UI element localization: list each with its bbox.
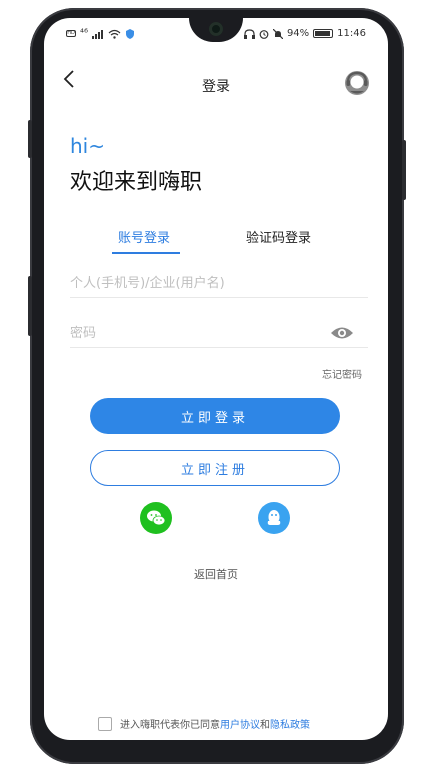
password-field xyxy=(70,320,368,348)
privacy-policy-link[interactable]: 隐私政策 xyxy=(270,720,310,731)
battery-percent: 94% xyxy=(286,28,310,39)
eye-icon[interactable] xyxy=(330,324,354,342)
forgot-password-link[interactable]: 忘记密码 xyxy=(322,366,362,381)
tab-account-login[interactable]: 账号登录 xyxy=(118,227,170,246)
greeting-hi: hi~ xyxy=(70,134,105,158)
shield-icon xyxy=(126,28,135,39)
wechat-icon xyxy=(147,510,166,526)
tab-code-login[interactable]: 验证码登录 xyxy=(246,227,311,246)
volume-button xyxy=(28,120,32,158)
mute-icon xyxy=(272,28,283,39)
status-right: 94% 11:46 xyxy=(243,28,366,39)
return-home-link[interactable]: 返回首页 xyxy=(44,566,388,582)
register-button[interactable]: 立即注册 xyxy=(90,450,340,486)
page-title: 登录 xyxy=(202,79,230,95)
screen: HD ⁴⁶ 94% 11:46 登录 hi~ 欢迎来到嗨职 账号登录 验证码登录… xyxy=(44,18,388,740)
wifi-icon xyxy=(108,29,121,39)
qq-icon xyxy=(267,510,281,525)
login-button[interactable]: 立即登录 xyxy=(90,398,340,434)
agreement-and: 和 xyxy=(260,720,270,731)
hd-badge: HD xyxy=(66,30,76,37)
agreement-prefix: 进入嗨职代表你已同意 xyxy=(120,720,220,731)
customer-service-button[interactable] xyxy=(342,68,372,98)
welcome-heading: 欢迎来到嗨职 xyxy=(70,170,203,195)
side-button xyxy=(28,276,32,336)
signal-icon xyxy=(92,29,104,39)
alarm-icon xyxy=(259,29,269,39)
login-tabs: 账号登录 验证码登录 xyxy=(44,224,388,256)
user-agreement-link[interactable]: 用户协议 xyxy=(220,720,260,731)
headphone-icon xyxy=(243,28,255,39)
battery-icon xyxy=(313,29,334,38)
username-input[interactable] xyxy=(70,270,320,296)
active-tab-indicator xyxy=(112,252,180,254)
qq-login-button[interactable] xyxy=(258,502,290,534)
password-input[interactable] xyxy=(70,320,320,346)
status-bar: HD ⁴⁶ 94% 11:46 xyxy=(44,18,388,46)
agreement-row: 进入嗨职代表你已同意用户协议和隐私政策 xyxy=(98,716,310,731)
clock: 11:46 xyxy=(337,28,366,39)
customer-service-icon xyxy=(345,71,369,95)
navigation-bar: 登录 xyxy=(44,60,388,100)
power-button xyxy=(402,140,406,200)
signal-text: ⁴⁶ xyxy=(80,28,89,39)
username-field xyxy=(70,270,368,298)
agreement-text: 进入嗨职代表你已同意用户协议和隐私政策 xyxy=(120,716,310,731)
notch xyxy=(189,18,243,42)
status-left: HD ⁴⁶ xyxy=(66,28,135,39)
wechat-login-button[interactable] xyxy=(140,502,172,534)
agreement-checkbox[interactable] xyxy=(98,716,112,731)
camera-icon xyxy=(209,22,223,36)
